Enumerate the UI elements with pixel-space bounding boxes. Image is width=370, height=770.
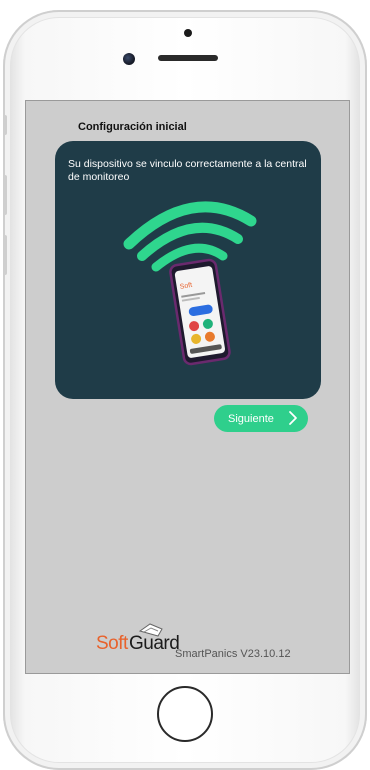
chevron-right-icon: [289, 411, 297, 425]
mute-switch: [3, 115, 7, 135]
volume-up-button: [3, 175, 7, 215]
phone-wifi-illustration: Soft: [123, 201, 257, 366]
front-camera: [123, 53, 135, 65]
success-card: Su dispositivo se vinculo correctamente …: [55, 141, 321, 399]
logo-text-guard: Guard: [129, 633, 180, 654]
wifi-signal-icon: [123, 201, 257, 272]
app-screen: Configuración inicial Su dispositivo se …: [25, 100, 350, 674]
earpiece-speaker: [158, 55, 218, 61]
logo-text-soft: Soft: [96, 633, 128, 654]
next-button-label: Siguiente: [228, 412, 274, 425]
proximity-sensor: [184, 29, 192, 37]
softguard-logo: Soft Guard: [96, 621, 180, 661]
phone-icon: Soft: [169, 258, 231, 366]
home-button[interactable]: [157, 686, 213, 742]
page-title: Configuración inicial: [78, 121, 187, 133]
next-button[interactable]: Siguiente: [214, 405, 308, 432]
app-version: SmartPanics V23.10.12: [175, 648, 291, 660]
volume-down-button: [3, 235, 7, 275]
